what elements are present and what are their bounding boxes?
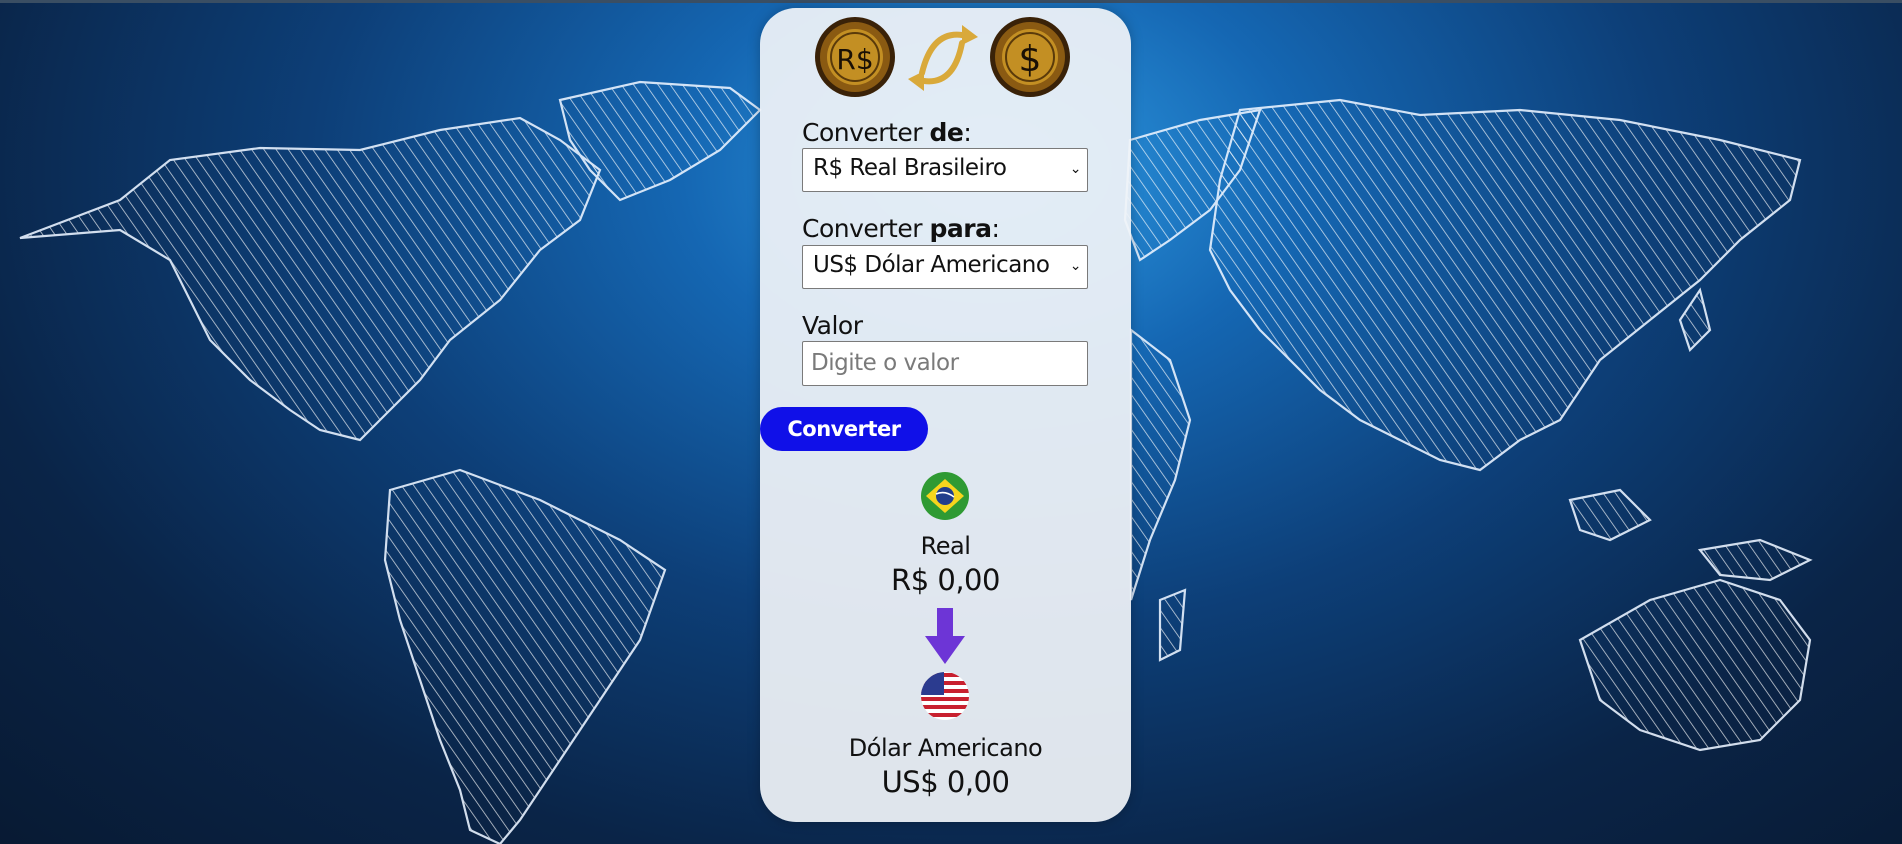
chevron-down-icon: ⌄ <box>1069 161 1082 177</box>
from-currency-name: Real <box>920 532 971 560</box>
chevron-down-icon: ⌄ <box>1069 258 1082 274</box>
real-coin-symbol: R$ <box>836 43 873 76</box>
currency-exchange-logo: R$ $ <box>815 17 1070 97</box>
convert-button[interactable]: Converter <box>760 407 928 451</box>
to-label: Converter para: <box>802 214 1000 243</box>
from-label: Converter de: <box>802 118 972 147</box>
value-input[interactable]: Digite o valor <box>802 341 1088 386</box>
usa-flag-icon <box>921 672 969 720</box>
from-currency-select[interactable]: R$ Real Brasileiro ⌄ <box>802 148 1088 192</box>
to-amount: US$ 0,00 <box>881 765 1010 799</box>
value-label: Valor <box>802 311 863 340</box>
from-amount: R$ 0,00 <box>891 563 1000 597</box>
dollar-coin-symbol: $ <box>1019 39 1042 80</box>
to-currency-name: Dólar Americano <box>848 734 1043 762</box>
to-currency-select[interactable]: US$ Dólar Americano ⌄ <box>802 245 1088 289</box>
brazil-flag-icon <box>921 472 969 520</box>
exchange-arrows-icon <box>908 25 978 91</box>
converter-card: R$ $ Converter de: R$ Real Brasileiro ⌄ … <box>760 8 1131 822</box>
arrow-down-icon <box>925 608 965 664</box>
